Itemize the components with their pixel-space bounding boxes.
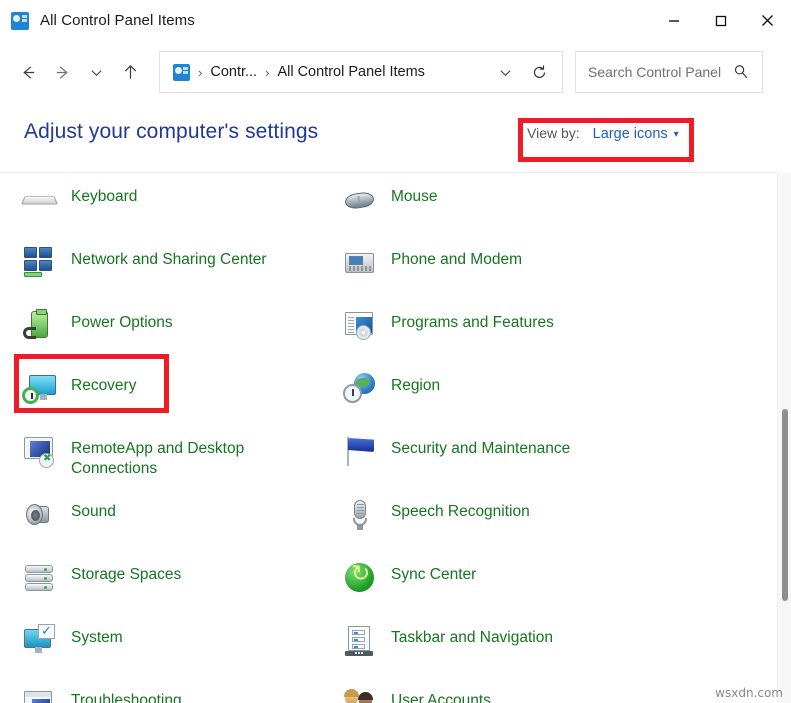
items-grid: Keyboard Mouse Network and Sharing Cente… (0, 173, 777, 703)
item-label: Sync Center (391, 561, 476, 585)
control-panel-item-security-and-maintenance[interactable]: Security and Maintenance (320, 429, 777, 492)
network-sharing-center-icon (22, 245, 58, 281)
header-row: Adjust your computer's settings View by:… (0, 103, 791, 172)
control-panel-item-phone-and-modem[interactable]: Phone and Modem (320, 240, 777, 303)
phone-and-modem-icon (342, 245, 378, 281)
control-panel-item-taskbar-and-navigation[interactable]: Taskbar and Navigation (320, 618, 777, 681)
navigation-bar: › Contr... › All Control Panel Items Sea… (0, 41, 791, 103)
recent-locations-button[interactable] (79, 55, 113, 89)
control-panel-icon (11, 12, 29, 30)
item-label: Taskbar and Navigation (391, 624, 553, 648)
control-panel-item-power-options[interactable]: Power Options (0, 303, 320, 366)
back-button[interactable] (11, 55, 45, 89)
item-label: Power Options (71, 309, 173, 333)
item-label: Troubleshooting (71, 687, 182, 703)
control-panel-item-network-and-sharing-center[interactable]: Network and Sharing Center (0, 240, 320, 303)
system-icon (22, 623, 58, 659)
window-controls (650, 0, 791, 41)
control-panel-item-remoteapp-and-desktop-connections[interactable]: RemoteApp and Desktop Connections (0, 429, 320, 492)
sync-center-icon (342, 560, 378, 596)
power-options-icon (22, 308, 58, 344)
item-label: User Accounts (391, 687, 491, 703)
taskbar-and-navigation-icon (342, 623, 378, 659)
scrollbar-thumb[interactable] (782, 409, 788, 601)
control-panel-item-troubleshooting[interactable]: Troubleshooting (0, 681, 320, 703)
item-label: Region (391, 372, 440, 396)
address-bar[interactable]: › Contr... › All Control Panel Items (159, 51, 563, 93)
control-panel-item-sync-center[interactable]: Sync Center (320, 555, 777, 618)
up-button[interactable] (113, 55, 147, 89)
item-label: Recovery (71, 372, 136, 396)
control-panel-item-programs-and-features[interactable]: Programs and Features (320, 303, 777, 366)
troubleshooting-icon (22, 686, 58, 703)
search-box[interactable]: Search Control Panel (575, 51, 763, 93)
address-chevron-down-icon[interactable] (488, 55, 522, 89)
search-input[interactable]: Search Control Panel (588, 64, 728, 80)
breadcrumb-item-all-control-panel-items[interactable]: All Control Panel Items (277, 64, 424, 80)
page-title: Adjust your computer's settings (24, 120, 318, 144)
item-label: Phone and Modem (391, 246, 522, 270)
control-panel-item-storage-spaces[interactable]: Storage Spaces (0, 555, 320, 618)
item-label: Programs and Features (391, 309, 554, 333)
item-label: Mouse (391, 183, 438, 207)
maximize-button[interactable] (697, 0, 744, 41)
view-by-label: View by: (527, 125, 580, 141)
control-panel-item-user-accounts[interactable]: User Accounts (320, 681, 777, 703)
item-label: RemoteApp and Desktop Connections (71, 435, 286, 479)
control-panel-item-region[interactable]: Region (320, 366, 777, 429)
sound-icon (22, 497, 58, 533)
speech-recognition-icon (342, 497, 378, 533)
breadcrumb-control-panel-icon (173, 64, 190, 81)
chevron-down-icon[interactable]: ▾ (674, 129, 679, 140)
watermark: wsxdn.com (715, 686, 783, 700)
forward-button[interactable] (45, 55, 79, 89)
control-panel-items-area: Keyboard Mouse Network and Sharing Cente… (0, 173, 777, 703)
close-button[interactable] (744, 0, 791, 41)
programs-and-features-icon (342, 308, 378, 344)
item-label: Sound (71, 498, 116, 522)
control-panel-item-system[interactable]: System (0, 618, 320, 681)
item-label: Security and Maintenance (391, 435, 570, 459)
refresh-icon[interactable] (522, 55, 556, 89)
search-icon[interactable] (728, 59, 754, 85)
minimize-button[interactable] (650, 0, 697, 41)
user-accounts-icon (342, 686, 378, 703)
window-title: All Control Panel Items (40, 12, 195, 29)
control-panel-item-recovery[interactable]: Recovery (0, 366, 320, 429)
title-bar: All Control Panel Items (0, 0, 791, 41)
item-label: Keyboard (71, 183, 137, 207)
region-icon (342, 371, 378, 407)
breadcrumb-separator-2: › (265, 65, 269, 80)
item-label: Network and Sharing Center (71, 246, 267, 270)
item-label: Storage Spaces (71, 561, 181, 585)
item-label: Speech Recognition (391, 498, 530, 522)
remoteapp-icon (22, 434, 58, 470)
view-by-dropdown[interactable]: View by: Large icons ▾ (527, 125, 679, 142)
security-and-maintenance-icon (342, 434, 378, 470)
control-panel-window: All Control Panel Items (0, 0, 791, 703)
breadcrumb-separator-1: › (198, 65, 202, 80)
view-by-value[interactable]: Large icons (593, 126, 668, 142)
recovery-icon (22, 371, 58, 407)
item-label: System (71, 624, 123, 648)
control-panel-item-sound[interactable]: Sound (0, 492, 320, 555)
control-panel-item-mouse[interactable]: Mouse (320, 177, 777, 240)
control-panel-item-speech-recognition[interactable]: Speech Recognition (320, 492, 777, 555)
vertical-scrollbar[interactable] (777, 173, 791, 703)
mouse-icon (342, 182, 378, 218)
keyboard-icon (22, 182, 58, 218)
storage-spaces-icon (22, 560, 58, 596)
control-panel-item-keyboard[interactable]: Keyboard (0, 177, 320, 240)
breadcrumb-item-control-panel[interactable]: Contr... (210, 64, 257, 80)
